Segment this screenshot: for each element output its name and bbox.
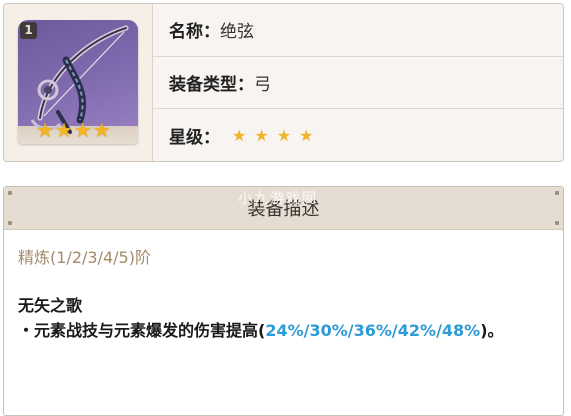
description-panel: 装备描述 精炼(1/2/3/4/5)阶 无矢之歌 ・元素战技与元素爆发的伤害提高… — [3, 186, 564, 416]
refine-level-badge: 1 — [20, 22, 37, 39]
weapon-card[interactable]: 1 ★ ★ ★ ★ — [18, 20, 138, 144]
name-label: 名称： — [169, 22, 220, 43]
rarity-star-row: ★ ★ ★ ★ — [232, 126, 313, 145]
star-icon: ★ — [299, 125, 314, 145]
passive-values: 24%/30%/36%/42%/48% — [265, 321, 481, 340]
star-icon: ★ — [254, 125, 269, 145]
weapon-info-card: 1 ★ ★ ★ ★ 名称： 绝弦 装备类型： 弓 星级： ★ ★ ★ ★ — [3, 3, 564, 162]
star-icon: ★ — [232, 125, 247, 145]
corner-rivet-icon — [555, 191, 559, 195]
star-icon: ★ — [276, 125, 292, 145]
weapon-thumbnail-cell: 1 ★ ★ ★ ★ — [4, 4, 153, 161]
corner-rivet-icon — [8, 221, 12, 225]
name-value: 绝弦 — [220, 22, 254, 43]
bullet: ・ — [18, 321, 35, 340]
weapon-attribute-rows: 名称： 绝弦 装备类型： 弓 星级： ★ ★ ★ ★ — [153, 4, 563, 161]
card-star-row: ★ ★ ★ ★ — [36, 120, 111, 140]
passive-title: 无矢之歌 — [18, 296, 83, 315]
refine-levels-text: 精炼(1/2/3/4/5)阶 — [18, 248, 151, 267]
corner-rivet-icon — [555, 221, 559, 225]
passive-prefix: 元素战技与元素爆发的伤害提高( — [34, 321, 266, 340]
corner-rivet-icon — [8, 191, 12, 195]
star-icon: ★ — [36, 118, 54, 142]
type-label: 装备类型： — [169, 75, 254, 95]
rarity-row: 星级： ★ ★ ★ ★ — [153, 109, 563, 161]
passive-description: ・元素战技与元素爆发的伤害提高(24%/30%/36%/42%/48%)。 — [18, 318, 533, 344]
type-value: 弓 — [254, 75, 271, 95]
passive-suffix: )。 — [480, 321, 504, 340]
type-row: 装备类型： 弓 — [153, 56, 563, 110]
description-title: 装备描述 — [247, 199, 320, 220]
star-icon: ★ — [54, 118, 73, 142]
description-header: 装备描述 — [4, 187, 563, 230]
name-row: 名称： 绝弦 — [153, 4, 563, 57]
star-icon: ★ — [73, 118, 92, 142]
star-icon: ★ — [92, 118, 111, 142]
rarity-label: 星级： — [169, 127, 220, 148]
